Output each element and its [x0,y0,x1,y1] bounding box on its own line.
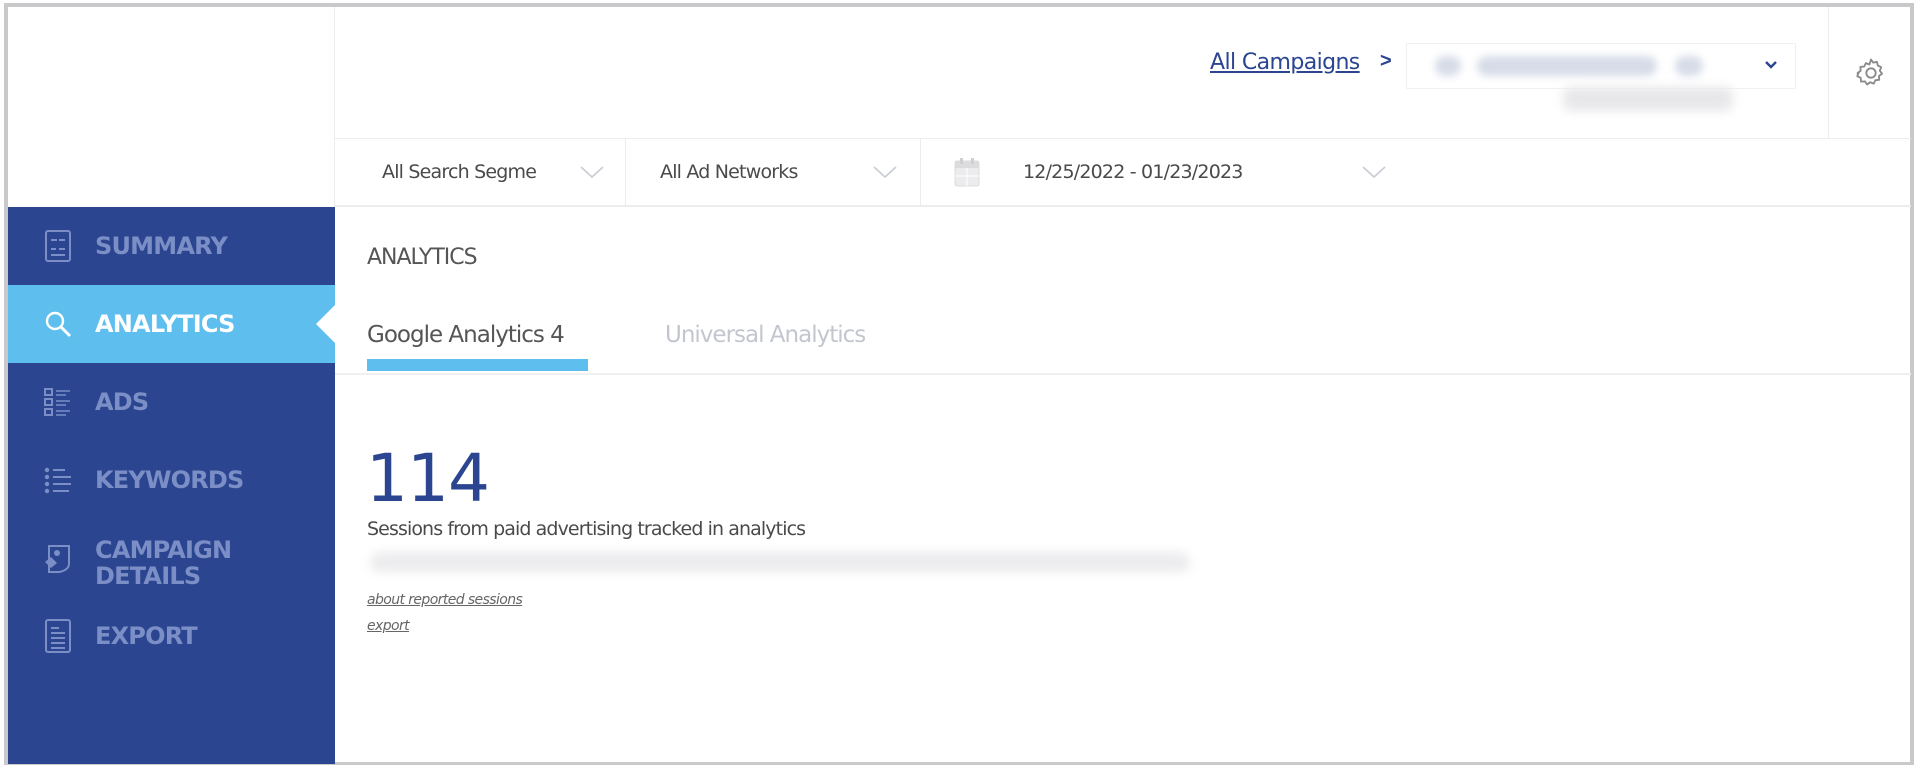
export-link[interactable]: export [367,618,410,634]
sidebar-item-label: ANALYTICS [95,310,235,338]
chevron-down-icon [1362,166,1386,179]
chevron-down-icon [580,166,604,179]
sidebar-item-keywords[interactable]: KEYWORDS [8,441,335,519]
campaign-select[interactable] [1406,43,1796,89]
keywords-list-icon [43,465,73,495]
sidebar-item-analytics[interactable]: ANALYTICS [8,285,335,363]
ads-list-icon [43,387,73,417]
search-segment-label: All Search Segme [382,161,537,183]
sidebar-item-label: EXPORT [95,622,198,650]
redacted-text [370,552,1190,572]
ad-networks-dropdown[interactable]: All Ad Networks [626,139,921,205]
sidebar-item-ads[interactable]: ADS [8,363,335,441]
sidebar-item-campaign-details[interactable]: CAMPAIGN DETAILS [8,519,335,597]
analytics-tabs: Google Analytics 4 Universal Analytics [335,318,1911,375]
redacted-subtext [1563,87,1733,111]
search-segment-dropdown[interactable]: All Search Segme [335,139,626,205]
campaign-details-icon [43,543,73,573]
page-title: ANALYTICS [367,245,478,270]
chevron-down-icon [1765,61,1777,69]
sidebar-item-summary[interactable]: SUMMARY [8,207,335,285]
filter-bar: All Search Segme All Ad Networks 12/25/2… [335,139,1911,207]
sidebar-item-label: KEYWORDS [95,466,244,494]
sidebar: SUMMARY ANALYTICS ADS KEYWORDS CAMPAIGN … [8,207,335,764]
sidebar-item-export[interactable]: EXPORT [8,597,335,675]
tab-universal-analytics[interactable]: Universal Analytics [665,322,866,348]
ad-networks-label: All Ad Networks [660,161,798,183]
gear-icon [1855,58,1883,85]
summary-report-icon [43,230,73,262]
sidebar-item-label-line2: DETAILS [95,562,201,590]
chevron-down-icon [873,166,897,179]
export-document-icon [43,619,73,653]
date-range-picker[interactable]: 12/25/2022 - 01/23/2023 [921,139,1911,205]
active-tab-underline [367,359,588,371]
sidebar-item-label: SUMMARY [95,232,228,260]
sessions-description: Sessions from paid advertising tracked i… [367,518,806,540]
sessions-count: 114 [366,440,490,517]
calendar-icon [954,158,980,187]
tab-google-analytics-4[interactable]: Google Analytics 4 [367,322,565,348]
settings-button[interactable] [1828,7,1912,138]
sidebar-item-label: CAMPAIGN [95,536,232,564]
about-reported-sessions-link[interactable]: about reported sessions [367,592,523,608]
top-header: All Campaigns > [335,7,1911,139]
redacted-text [1435,56,1461,76]
brand-area [8,7,334,207]
active-indicator-notch [316,305,335,343]
redacted-text [1477,56,1657,76]
all-campaigns-link[interactable]: All Campaigns [1210,50,1360,75]
date-range-label: 12/25/2022 - 01/23/2023 [1023,161,1243,183]
breadcrumb-separator: > [1380,50,1392,72]
search-icon [43,309,73,339]
sidebar-item-label: ADS [95,388,149,416]
redacted-text [1675,56,1703,76]
